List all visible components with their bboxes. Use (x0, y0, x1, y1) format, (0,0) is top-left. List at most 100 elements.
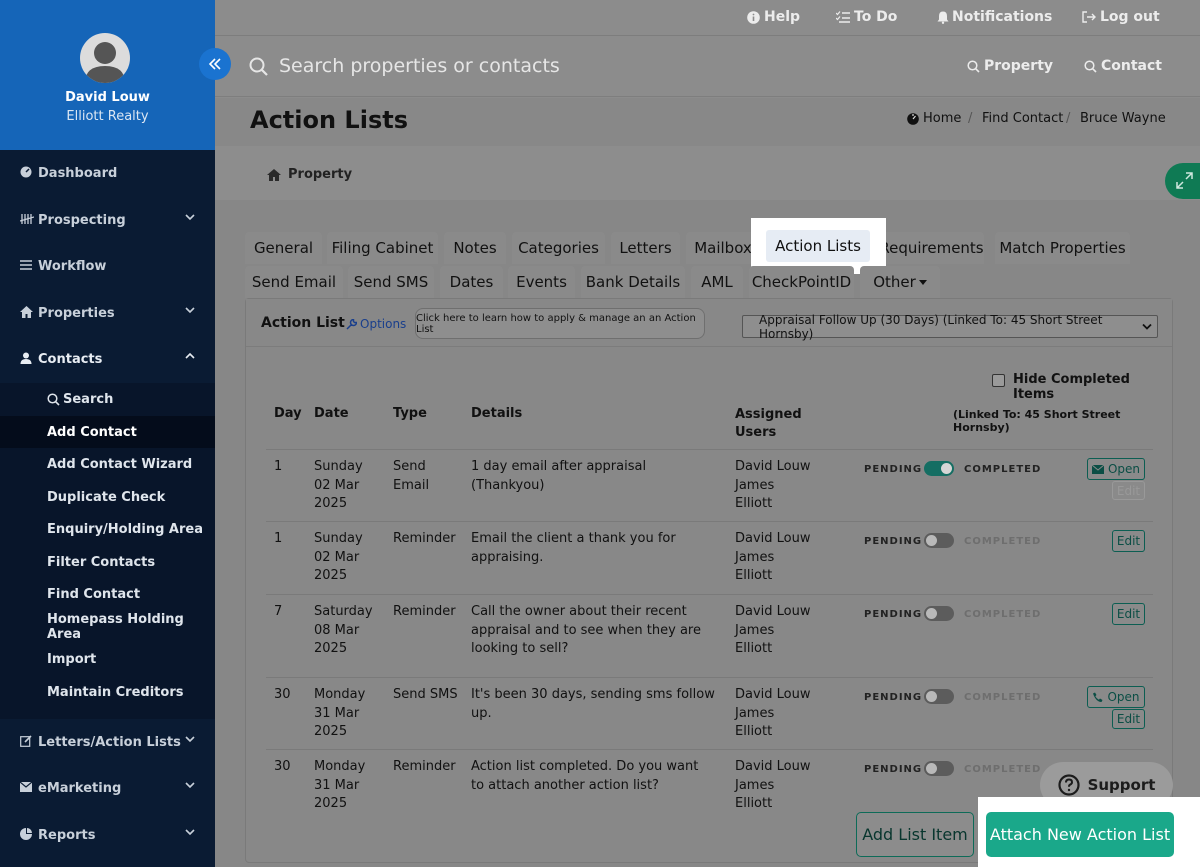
search-icon (47, 392, 60, 406)
user-silhouette-icon (85, 42, 125, 83)
search-icon (1084, 59, 1097, 73)
pending-label: PENDING (864, 464, 923, 475)
sidebar-sub-homepass-holding[interactable]: Homepass Holding Area (0, 611, 215, 643)
sidebar: David Louw Elliott Realty Dashboard Pros… (0, 0, 215, 867)
notifications-link[interactable]: Notifications (937, 9, 1052, 25)
sidebar-sub-find-contact[interactable]: Find Contact (0, 578, 215, 610)
search-property-button[interactable]: Property (967, 58, 1053, 74)
learn-action-list-button[interactable]: Click here to learn how to apply & manag… (415, 308, 705, 339)
hide-completed-checkbox[interactable] (992, 374, 1005, 387)
open-label: Open (1107, 462, 1141, 476)
sidebar-sub-import[interactable]: Import (0, 643, 215, 675)
tab-send-email[interactable]: Send Email (245, 266, 343, 298)
open-button[interactable]: Open (1087, 686, 1145, 708)
add-list-item-button[interactable]: Add List Item (856, 812, 974, 857)
sidebar-item-label: Reports (38, 827, 96, 843)
table-row: 30 Monday 31 Mar 2025 Send SMS It's been… (266, 677, 1153, 749)
chevron-down-icon (185, 734, 195, 744)
chevron-down-icon (1142, 323, 1152, 331)
sidebar-sub-duplicate-check[interactable]: Duplicate Check (0, 481, 215, 513)
pending-label: PENDING (864, 692, 923, 703)
sidebar-sub-add-contact-wizard[interactable]: Add Contact Wizard (0, 448, 215, 480)
tab-letters[interactable]: Letters (611, 232, 680, 264)
tab-bank-details[interactable]: Bank Details (581, 266, 685, 298)
action-list-select-value: Appraisal Follow Up (30 Days) (Linked To… (759, 312, 1103, 341)
tab-other[interactable]: Other (860, 266, 940, 298)
status-toggle[interactable] (924, 761, 954, 776)
notifications-label: Notifications (952, 9, 1053, 25)
sidebar-sub-add-contact[interactable]: Add Contact (0, 416, 215, 448)
cell-details: 1 day email after appraisal (Thankyou) (471, 459, 647, 493)
cell-details: It's been 30 days, sending sms follow up… (471, 687, 715, 721)
tab-filing-cabinet[interactable]: Filing Cabinet (327, 232, 438, 264)
user-company: Elliott Realty (66, 109, 149, 124)
cell-day: 1 (274, 531, 283, 546)
sidebar-item-label: Workflow (38, 258, 107, 274)
main-area: Help To Do Notifications Log out Search … (215, 0, 1200, 867)
tab-mailbox[interactable]: Mailbox (686, 232, 760, 264)
tab-dates[interactable]: Dates (440, 266, 503, 298)
status-toggle[interactable] (924, 533, 954, 548)
edit-button[interactable]: Edit (1112, 709, 1145, 729)
breadcrumb-find-contact[interactable]: Find Contact (982, 111, 1063, 126)
tab-other-label: Other (873, 273, 916, 291)
action-list-select[interactable]: Appraisal Follow Up (30 Days) (Linked To… (742, 312, 1158, 341)
open-button[interactable]: Open (1087, 458, 1145, 480)
breadcrumb-home[interactable]: Home (923, 111, 961, 126)
cell-assigned-users: David Louw James Elliott (735, 531, 811, 583)
logout-link[interactable]: Log out (1082, 9, 1160, 25)
avatar[interactable] (80, 33, 130, 83)
sidebar-item-letters-action-lists[interactable]: Letters/Action Lists (0, 722, 215, 762)
tab-checkpointid[interactable]: CheckPointID (749, 266, 854, 298)
tab-match-properties[interactable]: Match Properties (995, 232, 1130, 264)
list-icon (20, 259, 34, 274)
chevron-down-icon (185, 827, 195, 837)
edit-button[interactable]: Edit (1112, 530, 1145, 552)
tab-events[interactable]: Events (508, 266, 575, 298)
status-toggle[interactable] (924, 606, 954, 621)
sidebar-sub-enquiry-holding[interactable]: Enquiry/Holding Area (0, 513, 215, 545)
tab-categories[interactable]: Categories (512, 232, 605, 264)
tab-requirements[interactable]: Requirements (879, 232, 984, 264)
sidebar-item-emarketing[interactable]: eMarketing (0, 768, 215, 808)
sidebar-sub-maintain-creditors[interactable]: Maintain Creditors (0, 676, 215, 708)
attach-new-action-list-button[interactable]: Attach New Action List (986, 812, 1174, 857)
sidebar-sub-search[interactable]: Search (0, 383, 215, 415)
edit-button-disabled: Edit (1112, 481, 1145, 500)
help-link[interactable]: Help (747, 9, 800, 25)
property-link[interactable]: Property (288, 167, 352, 182)
collapse-sidebar-button[interactable] (199, 48, 231, 80)
attach-highlight: Attach New Action List (978, 797, 1200, 867)
todo-link[interactable]: To Do (836, 9, 897, 25)
tab-general[interactable]: General (245, 232, 322, 264)
status-toggle[interactable] (924, 689, 954, 704)
sidebar-item-prospecting[interactable]: Prospecting (0, 200, 215, 240)
user-icon (20, 352, 34, 367)
cell-assigned-users: David Louw James Elliott (735, 459, 811, 511)
search-input[interactable]: Search properties or contacts (279, 55, 560, 77)
bell-icon (937, 11, 949, 24)
wrench-icon (346, 318, 357, 330)
options-link[interactable]: Options (346, 317, 406, 331)
tab-send-sms[interactable]: Send SMS (348, 266, 434, 298)
tab-action-lists[interactable]: Action Lists (766, 230, 870, 262)
breadcrumb-separator: / (968, 111, 973, 126)
sidebar-item-label: Letters/Action Lists (38, 734, 181, 750)
status-toggle[interactable] (924, 461, 954, 476)
sidebar-sub-label: Import (47, 651, 97, 667)
sidebar-item-dashboard[interactable]: Dashboard (0, 153, 215, 193)
sidebar-sub-label: Homepass Holding Area (47, 612, 184, 642)
envelope-icon (19, 781, 34, 795)
sidebar-sub-filter-contacts[interactable]: Filter Contacts (0, 546, 215, 578)
sidebar-item-properties[interactable]: Properties (0, 293, 215, 333)
search-contact-button[interactable]: Contact (1084, 58, 1162, 74)
options-label: Options (360, 317, 407, 331)
sidebar-item-contacts[interactable]: Contacts (0, 339, 215, 379)
tab-aml[interactable]: AML (691, 266, 743, 298)
sidebar-item-reports[interactable]: Reports (0, 815, 215, 855)
expand-button[interactable] (1165, 163, 1200, 199)
sidebar-item-workflow[interactable]: Workflow (0, 246, 215, 286)
dashboard-icon (20, 166, 34, 181)
edit-button[interactable]: Edit (1112, 603, 1145, 625)
tab-notes[interactable]: Notes (444, 232, 506, 264)
